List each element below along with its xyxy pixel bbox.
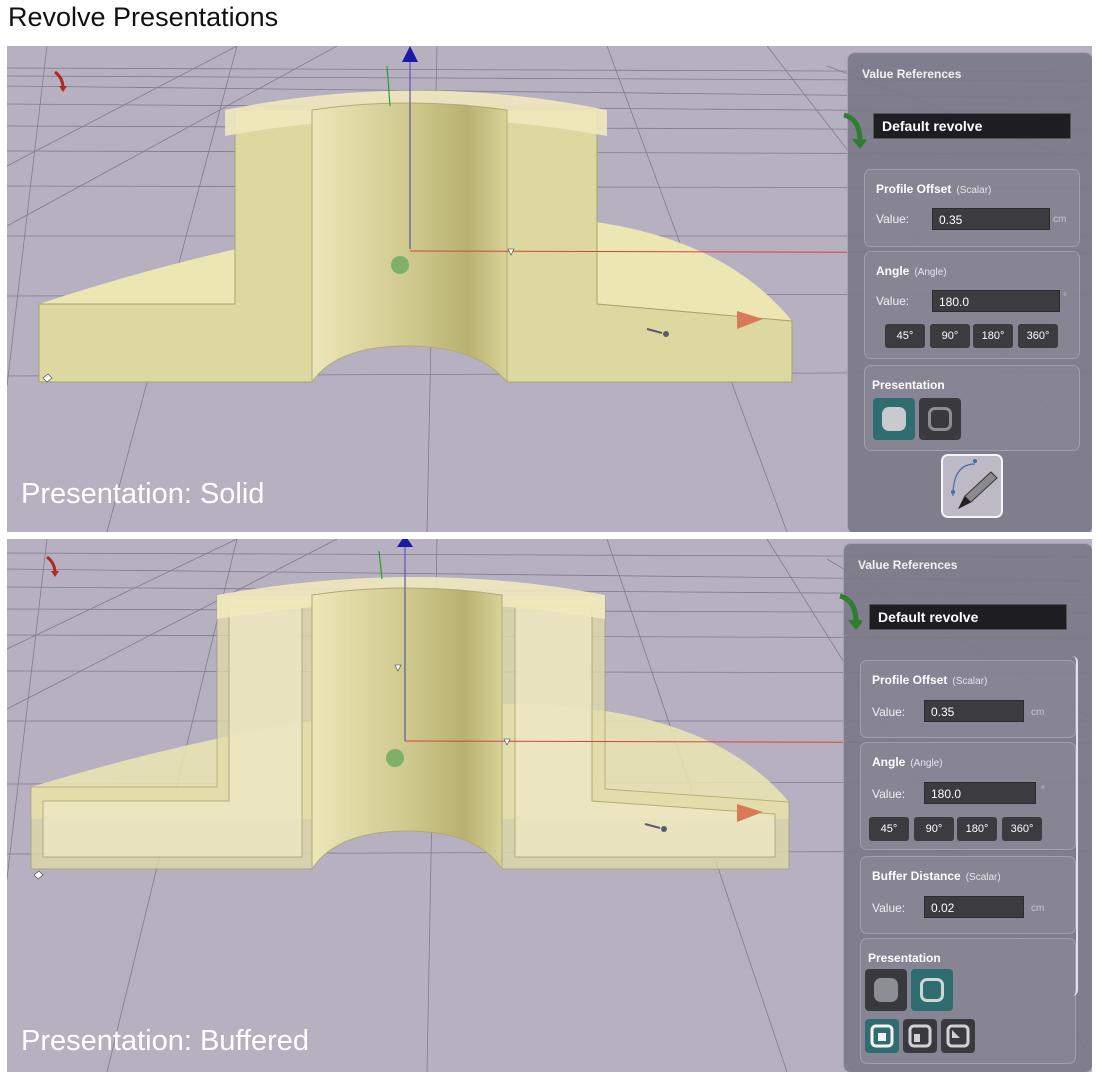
side-both-icon	[946, 1024, 970, 1048]
unit-label: cm	[1031, 707, 1045, 718]
pivot-handle[interactable]	[386, 749, 404, 767]
profile-offset-input[interactable]: 0.35	[924, 700, 1024, 722]
side-back-button[interactable]	[903, 1019, 937, 1053]
angle-type: (Angle)	[910, 758, 943, 769]
buffered-icon	[928, 407, 952, 431]
section-left	[38, 109, 313, 383]
edit-profile-button[interactable]	[941, 454, 1003, 518]
solid-icon	[882, 407, 906, 431]
angle-preset-360[interactable]: 360°	[1002, 817, 1042, 841]
buffer-distance-card: Buffer Distance (Scalar) Value: 0.02 cm	[860, 856, 1076, 934]
angle-preset-45[interactable]: 45°	[885, 324, 925, 348]
rotate-handle[interactable]	[54, 70, 65, 89]
pivot-handle[interactable]	[391, 256, 409, 274]
buffer-distance-type: (Scalar)	[965, 872, 1001, 883]
curve-pencil-icon	[951, 459, 998, 510]
angle-title: Angle	[876, 264, 910, 278]
value-label: Value:	[872, 705, 906, 719]
presentation-solid-button[interactable]	[873, 398, 915, 440]
z-axis-handle[interactable]	[397, 539, 413, 547]
revolve-name-field[interactable]: Default revolve	[873, 113, 1071, 139]
z-axis-handle[interactable]	[402, 46, 418, 62]
viewport-buffered[interactable]: Presentation: Buffered Value References …	[7, 539, 1092, 1072]
profile-offset-title: Profile Offset	[876, 182, 952, 196]
angle-preset-90[interactable]: 90°	[930, 324, 970, 348]
value-references-panel-buffered: Value References Default revolve Profile…	[839, 543, 1092, 1072]
side-both-button[interactable]	[941, 1019, 975, 1053]
unit-label: cm	[1053, 214, 1067, 225]
angle-preset-90[interactable]: 90°	[914, 817, 954, 841]
profile-offset-title: Profile Offset	[872, 673, 948, 687]
revolve-name-field[interactable]: Default revolve	[869, 604, 1067, 630]
presentation-buffered-button[interactable]	[911, 969, 953, 1011]
profile-offset-type: (Scalar)	[952, 676, 988, 687]
value-label: Value:	[872, 787, 906, 801]
angle-preset-180[interactable]: 180°	[957, 817, 997, 841]
side-front-icon	[870, 1024, 894, 1048]
buffer-distance-input[interactable]: 0.02	[924, 896, 1024, 918]
angle-preset-45[interactable]: 45°	[869, 817, 909, 841]
angle-input[interactable]: 180.0	[924, 782, 1036, 804]
side-back-icon	[908, 1024, 932, 1048]
angle-card: Angle (Angle) Value: 180.0 ° 45° 90° 180°…	[860, 742, 1076, 850]
page-title: Revolve Presentations	[8, 2, 279, 32]
side-front-button[interactable]	[865, 1019, 899, 1053]
presentation-solid-button[interactable]	[865, 969, 907, 1011]
presentation-card: Presentation	[864, 365, 1080, 451]
revolve-arrow-icon	[839, 593, 862, 630]
presentation-card: Presentation	[860, 938, 1076, 1064]
presentation-title: Presentation	[872, 378, 945, 392]
bore	[311, 587, 503, 871]
angle-preset-180[interactable]: 180°	[973, 324, 1013, 348]
buffered-icon	[920, 978, 944, 1002]
profile-offset-input[interactable]: 0.35	[932, 208, 1050, 230]
rotate-handle[interactable]	[46, 555, 57, 574]
caption-solid: Presentation: Solid	[21, 478, 265, 510]
profile-offset-type: (Scalar)	[956, 185, 992, 196]
caption-buffered: Presentation: Buffered	[21, 1025, 310, 1057]
viewport-solid[interactable]: Presentation: Solid Value References Def…	[7, 46, 1092, 532]
value-references-panel-solid: Value References Default revolve Profile…	[843, 52, 1092, 532]
unit-label: °	[1041, 785, 1045, 796]
angle-card: Angle (Angle) Value: 180.0 ° 45° 90° 180°…	[864, 251, 1080, 359]
angle-input[interactable]: 180.0	[932, 290, 1060, 312]
angle-title: Angle	[872, 755, 906, 769]
value-label: Value:	[872, 901, 906, 915]
unit-label: cm	[1031, 903, 1045, 914]
panel-title: Value References	[858, 558, 958, 572]
unit-label: °	[1063, 292, 1067, 303]
panel-scrollbar[interactable]	[1068, 656, 1078, 996]
profile-offset-card: Profile Offset (Scalar) Value: 0.35 cm	[860, 660, 1076, 738]
profile-offset-card: Profile Offset (Scalar) Value: 0.35 cm	[864, 169, 1080, 247]
presentation-buffered-button[interactable]	[919, 398, 961, 440]
panel-title: Value References	[862, 67, 962, 81]
angle-type: (Angle)	[914, 267, 947, 278]
presentation-title: Presentation	[868, 951, 941, 965]
buffer-distance-title: Buffer Distance	[872, 869, 961, 883]
value-label: Value:	[876, 212, 910, 226]
value-label: Value:	[876, 294, 910, 308]
solid-icon	[874, 978, 898, 1002]
angle-preset-360[interactable]: 360°	[1018, 324, 1058, 348]
revolve-arrow-icon	[843, 112, 866, 149]
